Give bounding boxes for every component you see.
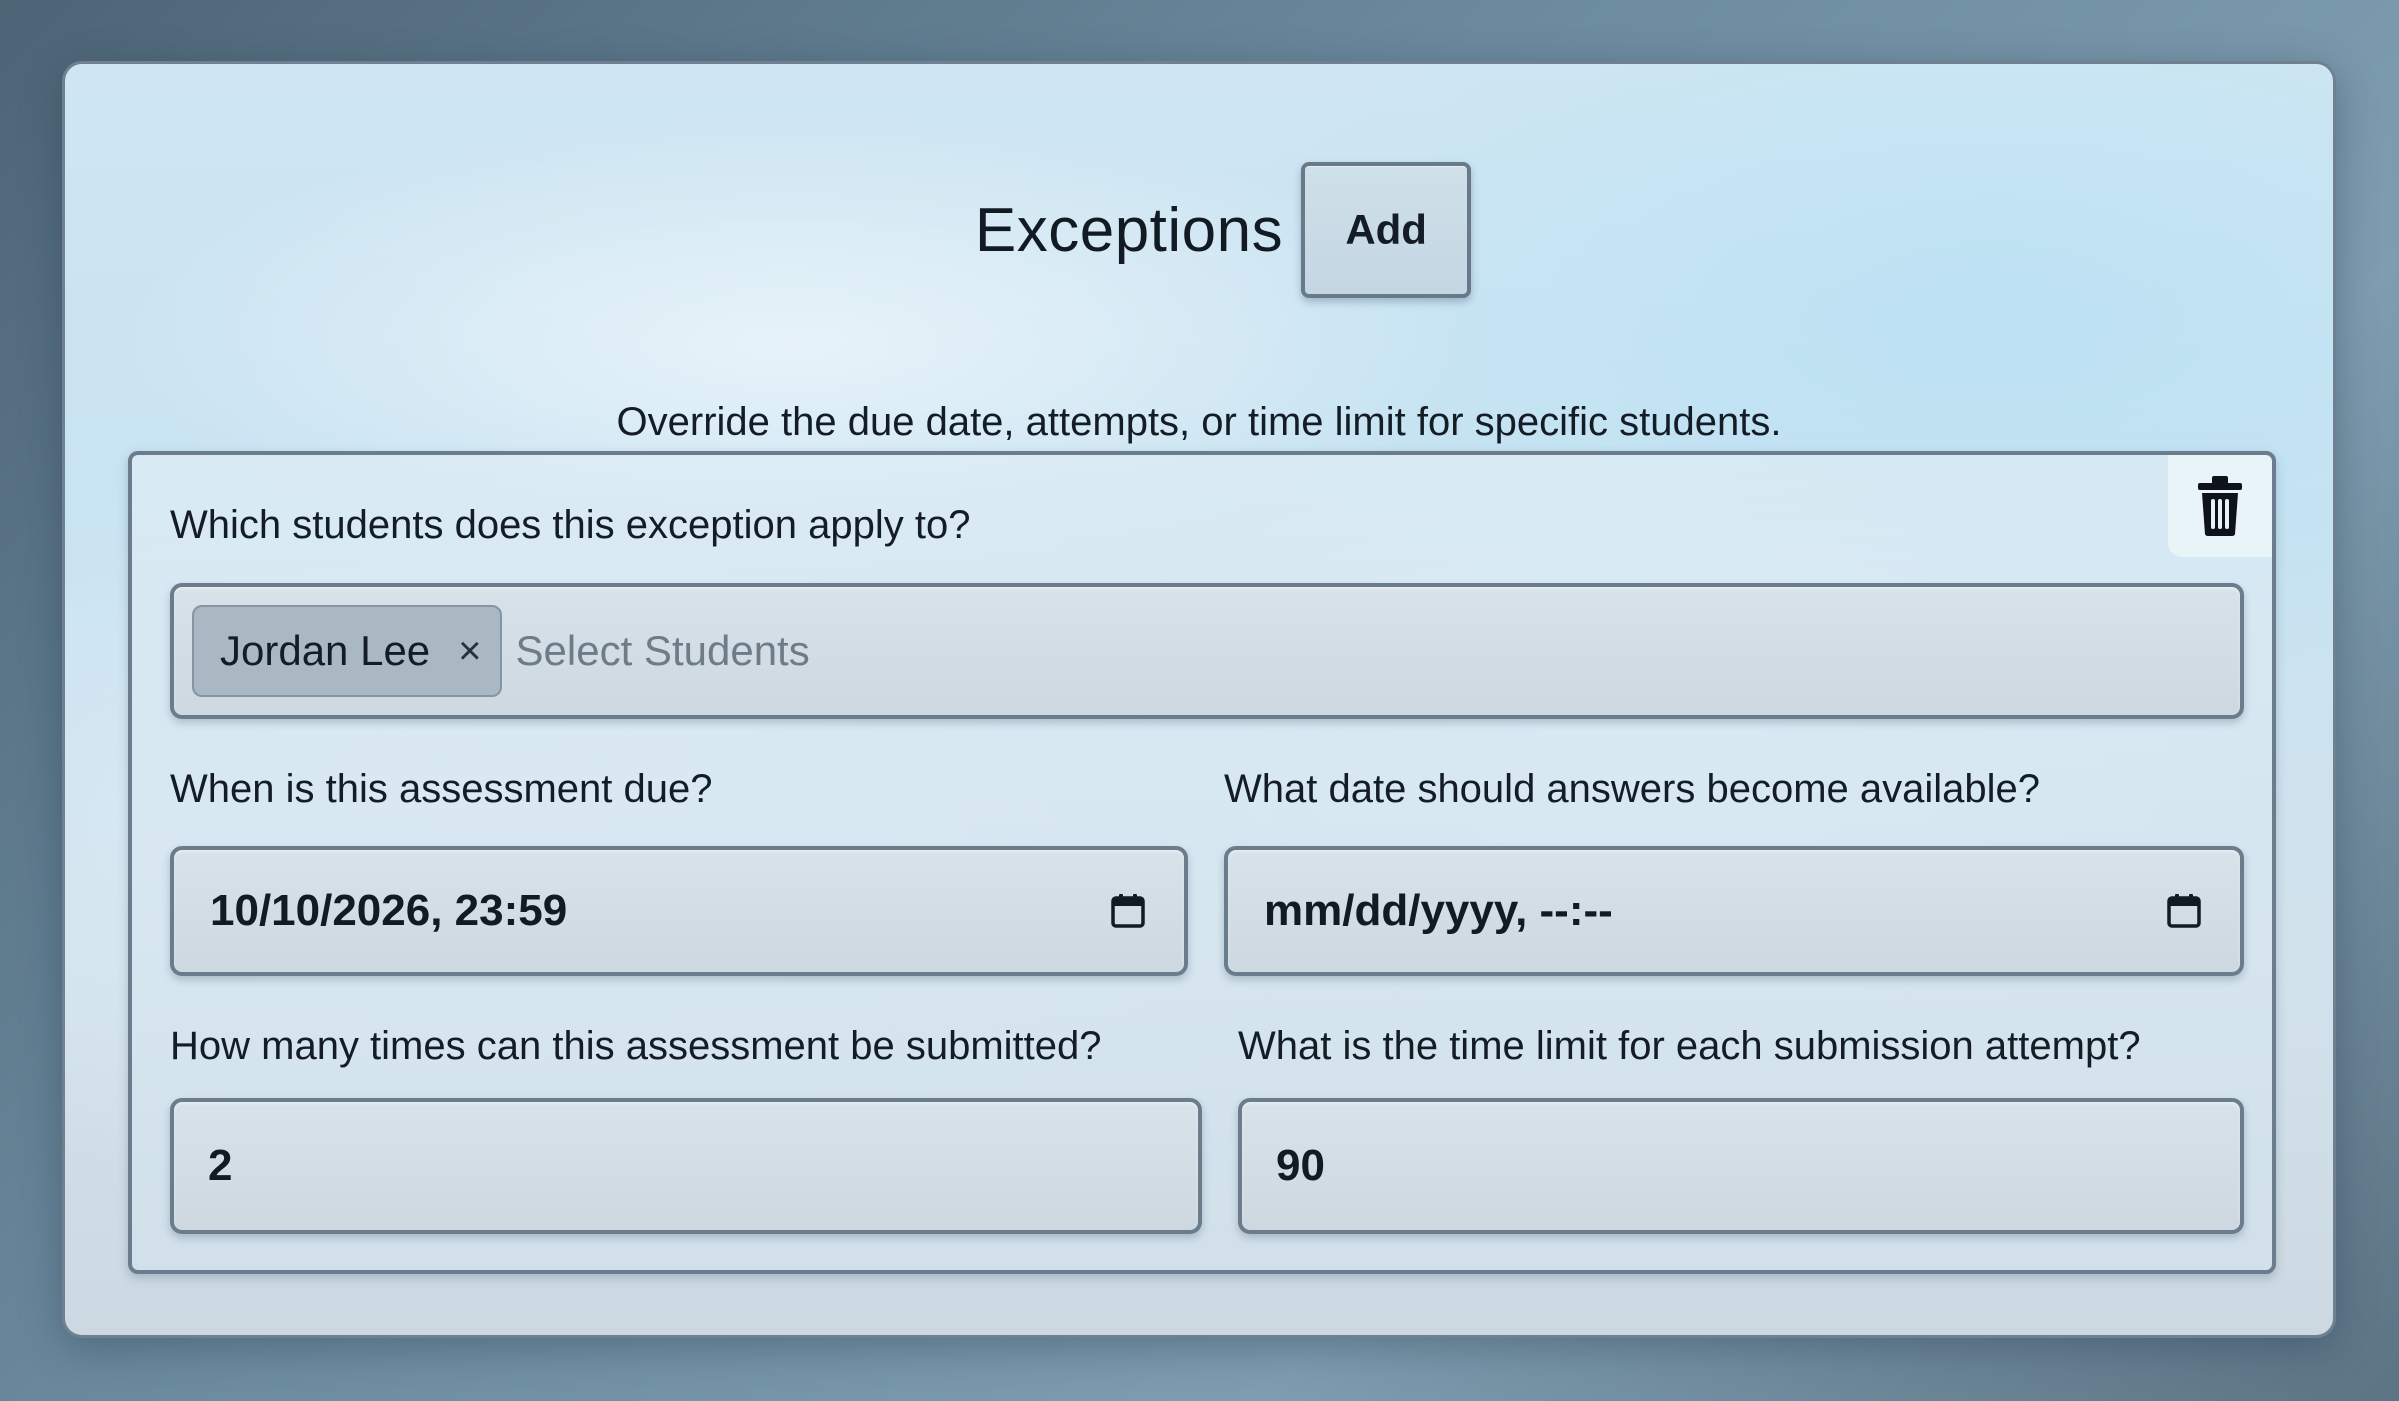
- time-limit-label: What is the time limit for each submissi…: [1238, 1024, 2141, 1068]
- time-limit-value: 90: [1276, 1141, 1325, 1190]
- due-date-input[interactable]: 10/10/2026, 23:59: [170, 846, 1188, 976]
- students-placeholder[interactable]: Select Students: [516, 627, 810, 675]
- section-description: Override the due date, attempts, or time…: [616, 400, 1782, 444]
- answers-date-label: What date should answers become availabl…: [1224, 767, 2041, 811]
- answers-date-input[interactable]: mm/dd/yyyy, --:--: [1224, 846, 2244, 976]
- exceptions-panel: Exceptions Add Override the due date, at…: [62, 61, 2336, 1338]
- calendar-icon[interactable]: [1110, 893, 1146, 929]
- student-chip-label: Jordan Lee: [220, 627, 431, 674]
- attempts-label: How many times can this assessment be su…: [170, 1024, 1102, 1068]
- calendar-icon[interactable]: [2166, 893, 2202, 929]
- trash-icon: [2198, 476, 2242, 536]
- close-icon[interactable]: ×: [458, 631, 481, 671]
- student-chip: Jordan Lee ×: [192, 605, 502, 697]
- due-date-value: 10/10/2026, 23:59: [210, 886, 568, 935]
- students-multiselect[interactable]: Jordan Lee × Select Students: [170, 583, 2244, 719]
- exception-card: Which students does this exception apply…: [128, 451, 2276, 1274]
- delete-exception-button[interactable]: [2168, 455, 2272, 557]
- add-exception-button[interactable]: Add: [1301, 162, 1472, 298]
- exceptions-header: Exceptions Add: [65, 160, 2333, 300]
- attempts-value: 2: [208, 1141, 233, 1190]
- due-date-label: When is this assessment due?: [170, 767, 713, 811]
- students-label: Which students does this exception apply…: [170, 503, 971, 547]
- time-limit-input[interactable]: 90: [1238, 1098, 2244, 1234]
- answers-date-value: mm/dd/yyyy, --:--: [1264, 886, 1613, 935]
- attempts-input[interactable]: 2: [170, 1098, 1202, 1234]
- section-title: Exceptions: [974, 195, 1284, 265]
